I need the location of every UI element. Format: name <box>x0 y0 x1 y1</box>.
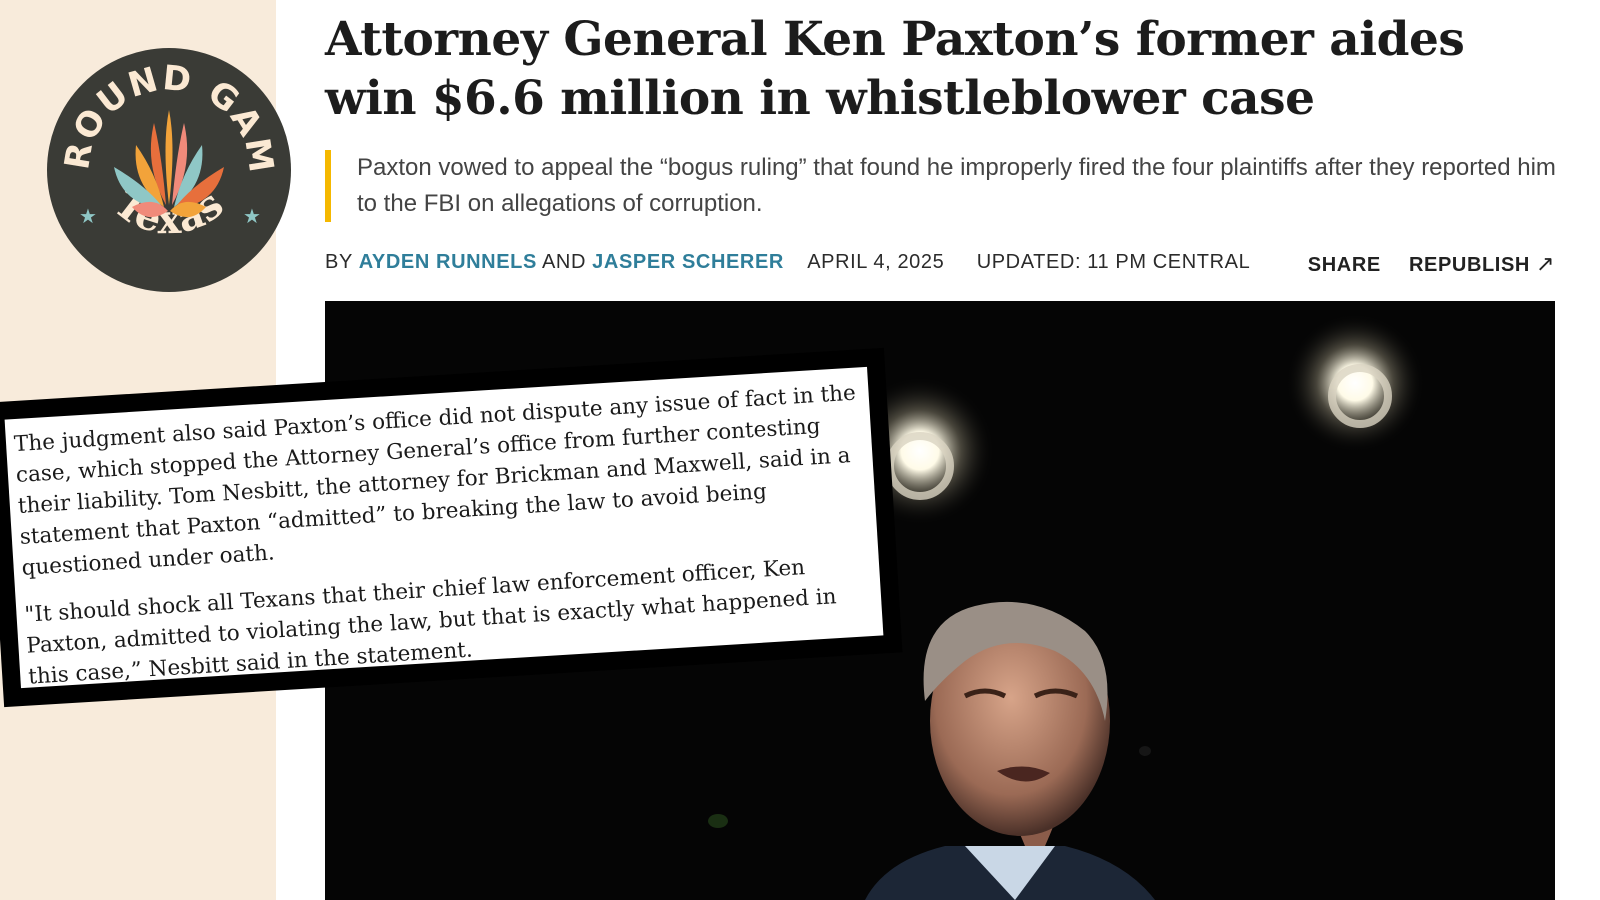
quote-excerpt-card: The judgment also said Paxton’s office d… <box>0 347 903 708</box>
star-icon-right: ★ <box>243 204 261 228</box>
quote-paragraph: The judgment also said Paxton’s office d… <box>13 380 857 581</box>
external-arrow-icon: ↗ <box>1535 251 1555 276</box>
article-headline: Attorney General Ken Paxton’s former aid… <box>325 12 1465 126</box>
star-icon-left: ★ <box>79 204 97 228</box>
share-button[interactable]: SHARE <box>1308 254 1381 276</box>
updated-time: UPDATED: 11 PM CENTRAL <box>976 251 1251 273</box>
republish-label: REPUBLISH <box>1408 254 1530 276</box>
article-actions: SHARE REPUBLISH ↗ <box>1286 251 1555 277</box>
byline-by: BY <box>325 251 353 273</box>
author-link-jasper-scherer[interactable]: JASPER SCHERER <box>592 251 784 273</box>
ground-game-texas-logo[interactable]: GROUND GAME Texas ★ ★ <box>44 45 294 295</box>
publish-date: APRIL 4, 2025 <box>807 251 945 273</box>
byline-and: AND <box>541 251 586 273</box>
stage-light-icon <box>1285 313 1425 453</box>
article-dek: Paxton vowed to appeal the “bogus ruling… <box>325 150 1577 222</box>
byline: BY AYDEN RUNNELS AND JASPER SCHERER APRI… <box>325 251 1555 281</box>
quote-excerpt-text: The judgment also said Paxton’s office d… <box>4 366 884 690</box>
republish-button[interactable]: REPUBLISH ↗ <box>1408 251 1555 276</box>
author-link-ayden-runnels[interactable]: AYDEN RUNNELS <box>359 251 537 273</box>
